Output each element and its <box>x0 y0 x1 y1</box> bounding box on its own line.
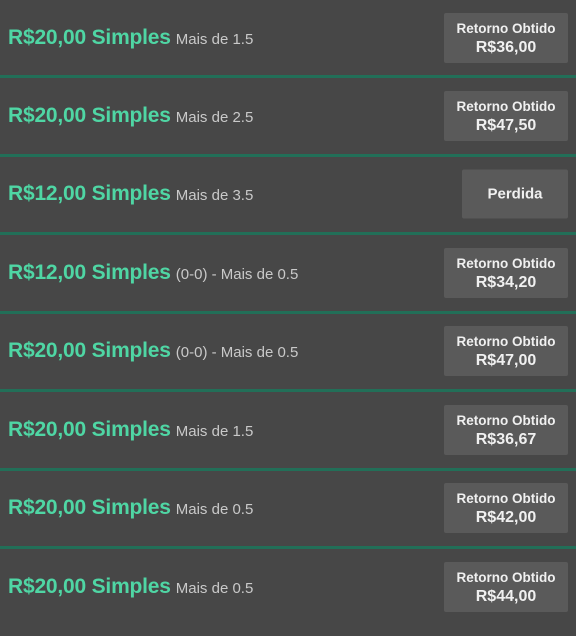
result-value: R$44,00 <box>475 587 537 605</box>
bet-row[interactable]: R$12,00 Simples Mais de 3.5 Perdida <box>0 153 576 232</box>
bet-row[interactable]: R$12,00 Simples (0-0) - Mais de 0.5 Retor… <box>0 232 576 311</box>
bet-row[interactable]: R$20,00 Simples (0-0) - Mais de 0.5 Retor… <box>0 310 576 389</box>
bet-market: Mais de 1.5 <box>175 30 254 48</box>
bet-market: (0-0) - Mais de 0.5 <box>175 344 299 362</box>
bet-market: Mais de 0.5 <box>175 501 254 519</box>
settled-bets-list: R$20,00 Simples Mais de 1.5 Retorno Obtid… <box>0 0 576 625</box>
bet-result-badge: Retorno Obtido R$42,00 <box>444 483 568 534</box>
bet-market: Mais de 3.5 <box>175 187 254 205</box>
bet-stake-amount: R$20,00 Simples <box>8 339 171 363</box>
result-value: R$34,20 <box>475 273 537 291</box>
bet-result-badge-lost: Perdida <box>462 169 568 219</box>
bet-stake: R$20,00 Simples Mais de 0.5 <box>8 575 253 599</box>
bet-stake: R$12,00 Simples Mais de 3.5 <box>8 182 253 206</box>
result-value: R$36,67 <box>475 430 537 448</box>
bet-stake-amount: R$20,00 Simples <box>8 574 171 598</box>
result-value: Perdida <box>487 185 543 203</box>
result-label: Retorno Obtido <box>456 334 556 350</box>
result-label: Retorno Obtido <box>456 98 556 114</box>
bet-result-badge: Retorno Obtido R$47,50 <box>444 90 568 141</box>
bet-stake: R$12,00 Simples (0-0) - Mais de 0.5 <box>8 261 298 285</box>
bet-stake: R$20,00 Simples Mais de 1.5 <box>8 26 253 50</box>
bet-stake: R$20,00 Simples Mais de 2.5 <box>8 104 253 128</box>
bet-result-badge: Retorno Obtido R$44,00 <box>444 561 568 612</box>
result-value: R$36,00 <box>475 38 537 56</box>
result-label: Retorno Obtido <box>456 569 556 585</box>
bet-stake-amount: R$12,00 Simples <box>8 260 171 284</box>
result-label: Retorno Obtido <box>456 20 556 36</box>
result-value: R$47,50 <box>475 116 537 134</box>
bet-stake: R$20,00 Simples Mais de 0.5 <box>8 496 253 520</box>
bet-stake-amount: R$12,00 Simples <box>8 182 171 206</box>
bet-stake: R$20,00 Simples (0-0) - Mais de 0.5 <box>8 339 298 363</box>
bet-market: Mais de 1.5 <box>175 422 254 440</box>
bet-row[interactable]: R$20,00 Simples Mais de 1.5 Retorno Obtid… <box>0 0 576 75</box>
bet-row[interactable]: R$20,00 Simples Mais de 0.5 Retorno Obtid… <box>0 546 576 625</box>
result-label: Retorno Obtido <box>456 491 556 507</box>
bet-market: Mais de 0.5 <box>175 579 254 597</box>
bet-row[interactable]: R$20,00 Simples Mais de 1.5 Retorno Obtid… <box>0 389 576 468</box>
bet-stake-amount: R$20,00 Simples <box>8 25 171 49</box>
bet-stake-amount: R$20,00 Simples <box>8 417 171 441</box>
result-label: Retorno Obtido <box>456 412 556 428</box>
bet-market: (0-0) - Mais de 0.5 <box>175 265 299 283</box>
result-value: R$42,00 <box>475 509 537 527</box>
bet-stake-amount: R$20,00 Simples <box>8 103 171 127</box>
bet-row[interactable]: R$20,00 Simples Mais de 2.5 Retorno Obtid… <box>0 75 576 154</box>
bet-result-badge: Retorno Obtido R$36,00 <box>444 12 568 63</box>
bet-result-badge: Retorno Obtido R$47,00 <box>444 326 568 377</box>
bet-result-badge: Retorno Obtido R$36,67 <box>444 404 568 455</box>
bet-market: Mais de 2.5 <box>175 108 254 126</box>
bet-row[interactable]: R$20,00 Simples Mais de 0.5 Retorno Obtid… <box>0 467 576 546</box>
bet-stake-amount: R$20,00 Simples <box>8 496 171 520</box>
result-label: Retorno Obtido <box>456 255 556 271</box>
bet-result-badge: Retorno Obtido R$34,20 <box>444 247 568 298</box>
result-value: R$47,00 <box>475 352 537 370</box>
bet-stake: R$20,00 Simples Mais de 1.5 <box>8 418 253 442</box>
